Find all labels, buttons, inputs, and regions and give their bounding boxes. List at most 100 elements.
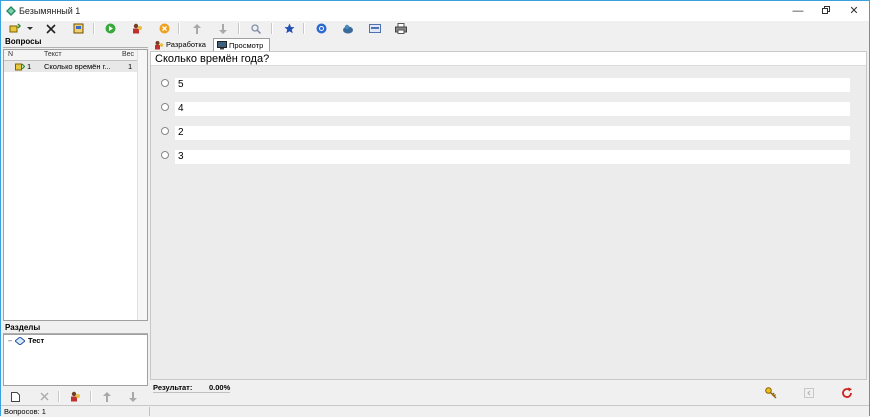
tree-connector: – <box>8 336 13 345</box>
new-question-dropdown[interactable] <box>25 21 35 36</box>
check-answer-button[interactable] <box>764 386 778 400</box>
answer-option[interactable]: 3 <box>161 150 861 164</box>
sections-tree[interactable]: – Тест <box>3 334 148 386</box>
toolbar-separator <box>178 23 180 34</box>
previous-button[interactable] <box>802 386 816 400</box>
answer-radio[interactable] <box>161 79 169 87</box>
restart-button[interactable] <box>840 386 854 400</box>
column-header-text[interactable]: Текст <box>44 50 62 60</box>
app-logo-icon <box>6 6 16 16</box>
development-icon <box>155 40 164 49</box>
section-move-up-button[interactable] <box>99 389 115 404</box>
questions-list-header: N Текст Вес <box>4 50 147 61</box>
result-bar: Результат: 0.00% <box>150 379 867 402</box>
section-users-button[interactable] <box>67 389 83 404</box>
new-question-icon <box>9 23 21 33</box>
favorites-button[interactable] <box>281 21 297 36</box>
move-down-icon <box>219 23 227 34</box>
help-button[interactable] <box>313 21 329 36</box>
toolbar-separator <box>303 23 305 34</box>
question-type-icon <box>15 63 26 74</box>
dropdown-icon <box>27 26 33 30</box>
star-icon <box>284 23 294 34</box>
preview-panel: Сколько времён года? 5 4 2 3 <box>150 51 867 397</box>
questions-list[interactable]: N Текст Вес 1 Сколько времён г... 1 <box>3 49 148 321</box>
delete-question-button[interactable] <box>43 21 59 36</box>
web-icon <box>343 24 353 33</box>
move-up-icon <box>193 23 201 34</box>
move-down-icon <box>129 391 137 402</box>
refresh-icon <box>842 387 852 398</box>
row-text: Сколько времён г... <box>44 62 111 71</box>
print-button[interactable] <box>393 21 409 36</box>
section-move-down-button[interactable] <box>125 389 141 404</box>
answer-text: 2 <box>175 126 850 140</box>
tab-label: Разработка <box>166 40 206 49</box>
answer-radio[interactable] <box>161 151 169 159</box>
move-down-button[interactable] <box>215 21 231 36</box>
answer-text: 3 <box>175 150 850 164</box>
tab-label: Просмотр <box>229 40 264 50</box>
table-row[interactable]: 1 Сколько времён г... 1 <box>4 61 139 72</box>
run-icon <box>105 23 115 34</box>
row-weight: 1 <box>128 62 133 71</box>
search-icon <box>251 23 261 34</box>
result-divider <box>153 392 230 393</box>
toolbar-separator <box>90 391 92 402</box>
left-panel: Вопросы N Текст Вес 1 Сколько времён г..… <box>3 36 148 406</box>
answer-text: 4 <box>175 102 850 116</box>
print-icon <box>395 23 407 34</box>
tab-preview[interactable]: Просмотр <box>213 38 270 51</box>
move-up-button[interactable] <box>189 21 205 36</box>
app-window: Безымянный 1 — ✕ Вопросы N Текст Вес 1 С… <box>0 0 870 417</box>
run-test-button[interactable] <box>102 21 118 36</box>
web-button[interactable] <box>340 21 356 36</box>
row-number: 1 <box>27 62 32 71</box>
new-question-button[interactable] <box>7 21 23 36</box>
answer-text: 5 <box>175 78 850 92</box>
tree-item-label: Тест <box>28 336 45 345</box>
key-icon <box>765 387 777 399</box>
toolbar-separator <box>93 23 95 34</box>
search-button[interactable] <box>248 21 264 36</box>
answer-option[interactable]: 2 <box>161 126 861 140</box>
tab-development[interactable]: Разработка <box>151 38 213 51</box>
questions-panel-title: Вопросы <box>3 36 148 48</box>
window-title: Безымянный 1 <box>19 6 81 16</box>
minimize-button[interactable]: — <box>783 1 813 21</box>
main-toolbar <box>1 21 869 36</box>
tree-item-test[interactable]: – Тест <box>8 336 128 346</box>
users-button[interactable] <box>129 21 145 36</box>
answer-option[interactable]: 4 <box>161 102 861 116</box>
card-icon <box>369 24 381 33</box>
previous-icon <box>804 388 814 398</box>
toolbar-separator <box>238 23 240 34</box>
answer-option[interactable]: 5 <box>161 78 861 92</box>
move-up-icon <box>103 391 111 402</box>
section-icon <box>14 336 26 348</box>
close-window-button[interactable]: ✕ <box>839 1 869 21</box>
stop-icon <box>159 23 169 34</box>
restore-icon <box>822 6 830 14</box>
help-icon <box>316 23 326 34</box>
toolbar-separator <box>58 391 60 402</box>
title-bar: Безымянный 1 — ✕ <box>1 1 869 21</box>
add-section-button[interactable] <box>7 389 23 404</box>
edit-icon <box>73 23 83 34</box>
card-button[interactable] <box>367 21 383 36</box>
user-icon <box>132 23 142 34</box>
questions-scrollbar[interactable] <box>137 50 147 320</box>
question-count: Вопросов: 1 <box>4 407 46 416</box>
answer-radio[interactable] <box>161 103 169 111</box>
delete-section-button[interactable] <box>36 389 52 404</box>
edit-button[interactable] <box>70 21 86 36</box>
delete-icon <box>46 23 56 34</box>
restore-button[interactable] <box>811 1 841 21</box>
stop-button[interactable] <box>156 21 172 36</box>
column-header-n[interactable]: N <box>8 50 13 60</box>
column-header-weight[interactable]: Вес <box>122 50 134 60</box>
result-label: Результат: <box>153 383 193 392</box>
status-bar: Вопросов: 1 <box>1 405 869 417</box>
result-value: 0.00% <box>209 383 231 392</box>
answer-radio[interactable] <box>161 127 169 135</box>
